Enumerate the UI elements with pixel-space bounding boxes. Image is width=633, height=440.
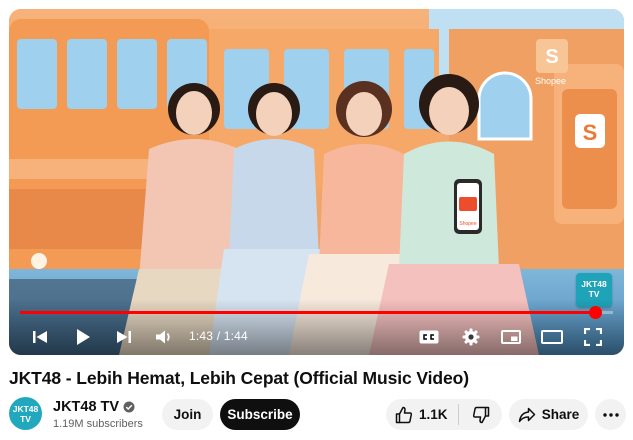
controls-gradient <box>9 299 624 355</box>
like-dislike-group: 1.1K <box>386 399 502 430</box>
more-actions-button[interactable] <box>595 399 626 430</box>
thumbs-down-icon <box>472 406 489 423</box>
theater-mode-button[interactable] <box>540 327 564 347</box>
share-arrow-icon <box>518 407 535 422</box>
shop-sign: Shopee <box>535 76 566 86</box>
settings-button[interactable] <box>460 327 482 347</box>
captions-button[interactable] <box>418 327 440 347</box>
avatar-line1: JKT48 <box>12 404 39 414</box>
video-player[interactable]: S S Shopee Shopee JKT48 TV 1:43 / 1:44 <box>9 9 624 355</box>
skip-next-button[interactable] <box>113 327 135 347</box>
thumbs-up-icon <box>395 406 413 423</box>
progress-played <box>20 311 596 314</box>
skip-previous-icon <box>33 331 47 343</box>
video-title: JKT48 - Lebih Hemat, Lebih Cepat (Offici… <box>9 368 469 388</box>
verified-check-icon <box>123 401 135 413</box>
volume-icon <box>156 330 170 344</box>
fullscreen-button[interactable] <box>582 327 604 347</box>
volume-button[interactable] <box>153 327 175 347</box>
share-button[interactable]: Share <box>509 399 588 430</box>
skip-next-icon <box>117 331 131 343</box>
fullscreen-icon <box>584 328 602 346</box>
miniplayer-icon <box>501 330 521 344</box>
join-button[interactable]: Join <box>162 399 213 430</box>
current-time: 1:43 <box>189 329 214 343</box>
channel-name-row[interactable]: JKT48 TV <box>53 399 135 415</box>
like-button[interactable]: 1.1K <box>386 399 458 430</box>
duration: 1:44 <box>223 329 248 343</box>
watermark-line1: JKT48 <box>581 279 607 289</box>
subscribe-button[interactable]: Subscribe <box>220 399 300 430</box>
play-button[interactable] <box>71 327 95 347</box>
subscriber-count: 1.19M subscribers <box>53 418 143 430</box>
time-separator: / <box>213 329 224 343</box>
share-label: Share <box>541 407 580 422</box>
skip-previous-button[interactable] <box>29 327 51 347</box>
phone-brand: Shopee <box>459 221 476 227</box>
avatar-line2: TV <box>20 414 31 424</box>
play-icon <box>77 329 90 345</box>
watermark-line2: TV <box>588 289 600 299</box>
svg-text:S: S <box>545 46 558 68</box>
time-display: 1:43 / 1:44 <box>189 329 248 343</box>
channel-avatar[interactable]: JKT48 TV <box>9 397 42 430</box>
settings-gear-icon <box>462 328 480 346</box>
progress-bar[interactable] <box>20 306 613 319</box>
more-horizontal-icon <box>602 412 619 417</box>
svg-text:S: S <box>583 120 598 145</box>
captions-icon <box>419 330 439 344</box>
like-count: 1.1K <box>419 407 448 422</box>
theater-mode-icon <box>541 330 563 344</box>
miniplayer-button[interactable] <box>500 327 522 347</box>
dislike-button[interactable] <box>459 399 502 430</box>
channel-name[interactable]: JKT48 TV <box>53 399 119 415</box>
